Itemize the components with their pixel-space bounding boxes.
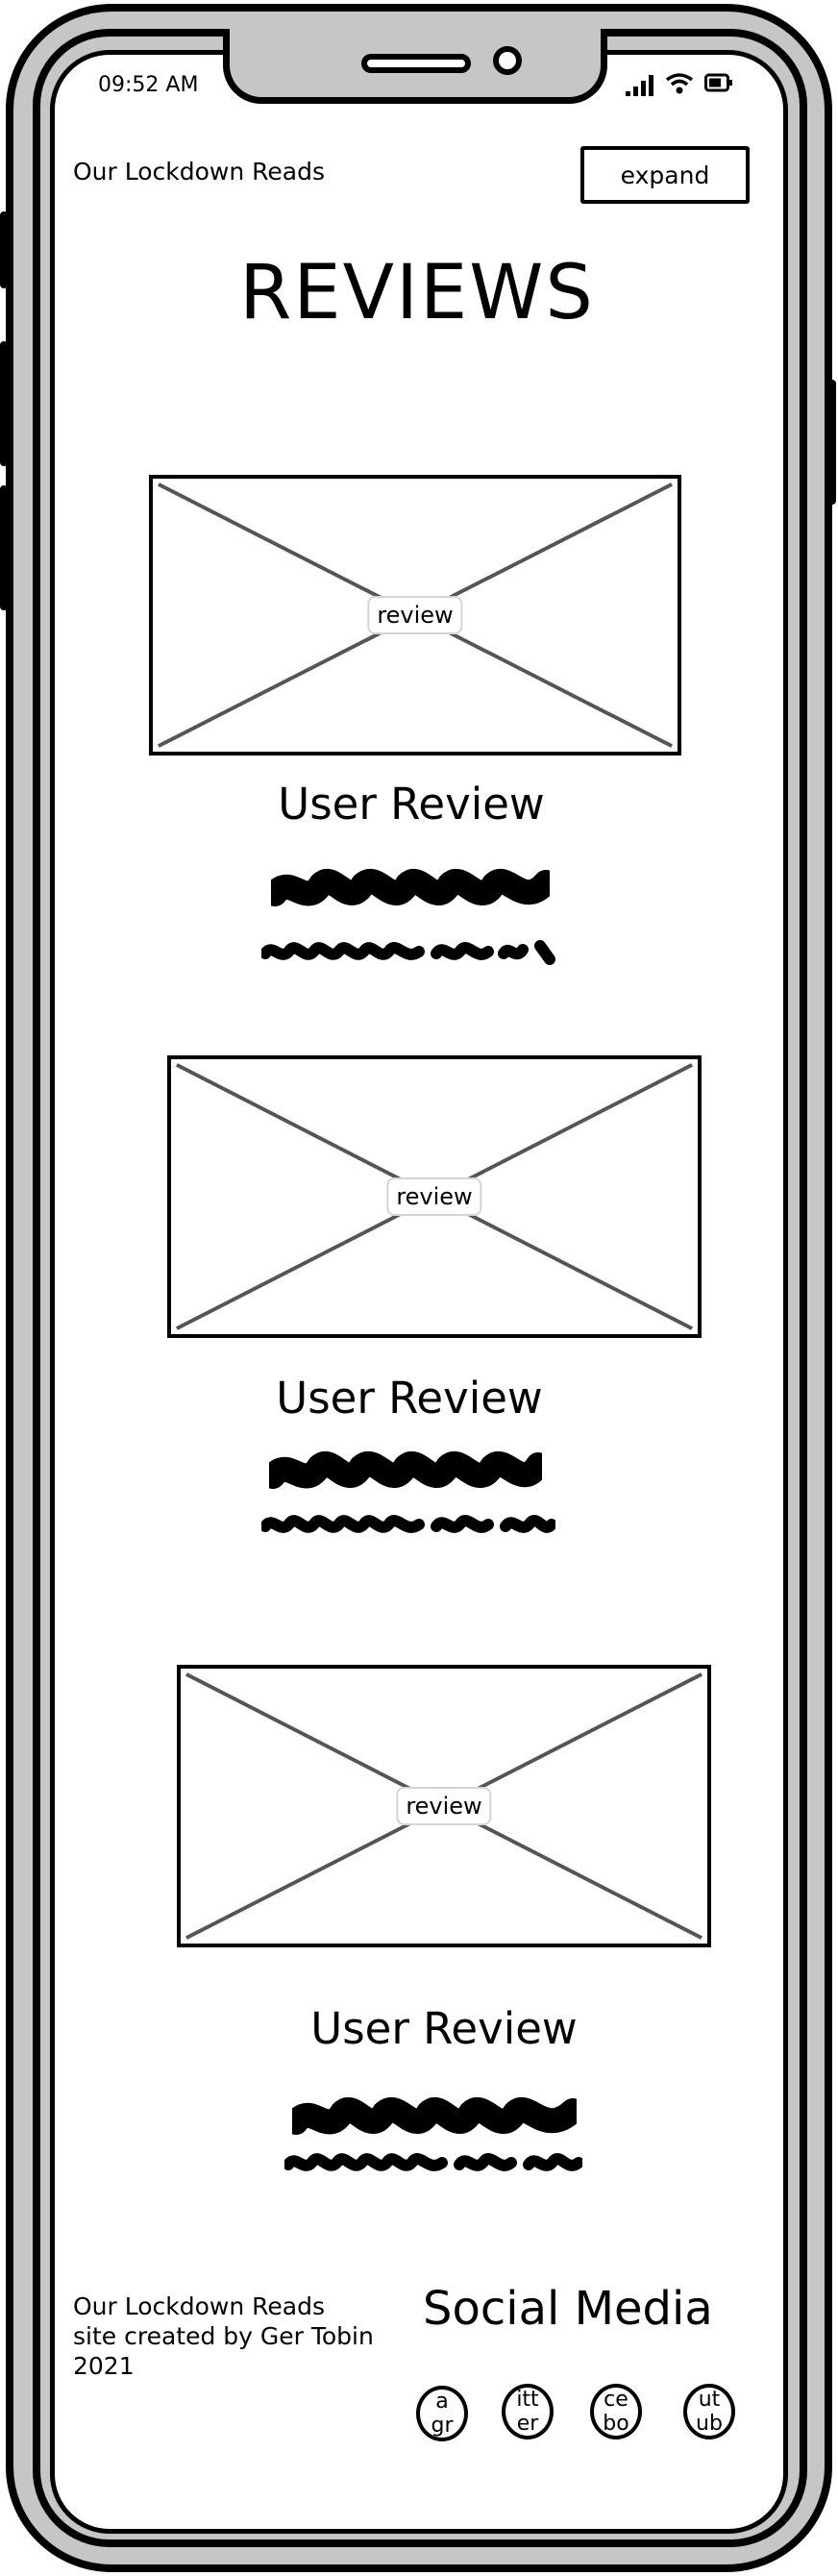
side-button-volume-up xyxy=(0,341,8,466)
page-title: REVIEWS xyxy=(239,250,595,336)
battery-icon xyxy=(704,73,732,92)
social-icon-text: itt xyxy=(516,2388,539,2412)
signal-icon xyxy=(626,75,658,96)
footer-line: 2021 xyxy=(73,2352,135,2380)
social-icon-text: gr xyxy=(431,2414,454,2438)
review-text-scribble xyxy=(261,1515,555,1533)
review-image-label: review xyxy=(386,1177,482,1216)
review-text-scribble xyxy=(261,940,555,965)
review-image-placeholder[interactable]: review xyxy=(177,1665,711,1947)
social-icon-text: ce xyxy=(604,2388,628,2412)
review-title: User Review xyxy=(278,779,545,830)
review-image-label: review xyxy=(396,1787,492,1825)
review-title: User Review xyxy=(276,1373,543,1424)
footer-line: Our Lockdown Reads xyxy=(73,2292,325,2320)
review-heading-scribble xyxy=(271,869,550,906)
instagram-icon[interactable]: a gr xyxy=(416,2386,468,2441)
review-text-scribble xyxy=(284,2153,582,2171)
social-icon-text: ut xyxy=(698,2388,721,2412)
side-button-power xyxy=(828,380,836,505)
footer-line: site created by Ger Tobin xyxy=(73,2322,374,2350)
footer-credits: Our Lockdown Reads site created by Ger T… xyxy=(73,2291,374,2381)
speaker-grille xyxy=(361,54,471,73)
front-camera xyxy=(493,46,522,75)
social-icon-text: er xyxy=(516,2412,539,2436)
facebook-icon[interactable]: ce bo xyxy=(590,2384,642,2440)
review-image-label: review xyxy=(367,596,463,634)
social-icon-text: ub xyxy=(696,2412,723,2436)
social-media-heading: Social Media xyxy=(423,2282,713,2336)
social-icon-text: a xyxy=(435,2390,449,2414)
review-heading-scribble xyxy=(292,2097,577,2135)
side-button-volume-down xyxy=(0,485,8,610)
status-time: 09:52 AM xyxy=(98,73,199,97)
youtube-icon[interactable]: ut ub xyxy=(683,2384,735,2440)
expand-button[interactable]: expand xyxy=(580,146,750,204)
site-title[interactable]: Our Lockdown Reads xyxy=(73,158,325,186)
review-image-placeholder[interactable]: review xyxy=(167,1055,702,1338)
twitter-icon[interactable]: itt er xyxy=(502,2384,554,2440)
wifi-icon xyxy=(665,73,694,94)
review-image-placeholder[interactable]: review xyxy=(149,475,681,755)
review-title: User Review xyxy=(310,2003,578,2054)
social-icon-text: bo xyxy=(603,2412,629,2436)
review-heading-scribble xyxy=(269,1451,542,1489)
